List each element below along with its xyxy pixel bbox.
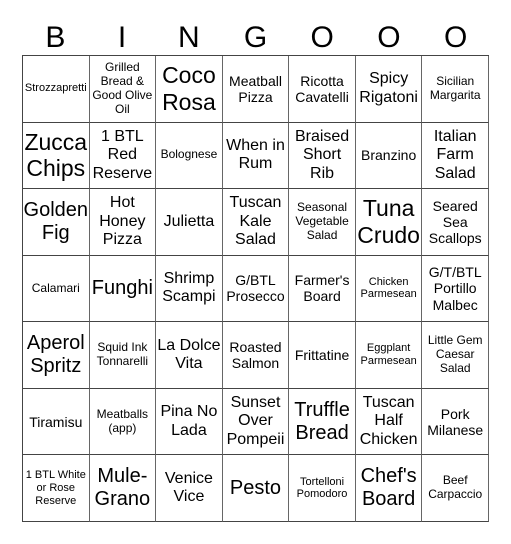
bingo-cell[interactable]: Golden Fig: [23, 189, 90, 256]
bingo-cell[interactable]: Chicken Parmesean: [355, 255, 423, 323]
bingo-cell[interactable]: Branzino: [355, 122, 423, 190]
header-letter: I: [117, 21, 127, 54]
bingo-cell[interactable]: Spicy Rigatoni: [355, 56, 423, 123]
bingo-cell[interactable]: Frittatine: [289, 322, 356, 389]
bingo-cell[interactable]: When in Rum: [222, 122, 290, 190]
bingo-cell[interactable]: Zucca Chips: [23, 122, 90, 190]
bingo-cell[interactable]: Tortelloni Pomodoro: [289, 455, 356, 522]
bingo-cell[interactable]: Squid Ink Tonnarelli: [89, 322, 157, 389]
bingo-cell[interactable]: Meatballs (app): [89, 388, 157, 456]
bingo-cell[interactable]: Pina No Lada: [156, 388, 223, 456]
bingo-cell[interactable]: Shrimp Scampi: [156, 255, 223, 323]
header-letter: N: [177, 21, 200, 54]
bingo-cell[interactable]: Tuscan Kale Salad: [222, 189, 290, 256]
bingo-cell[interactable]: Meatball Pizza: [222, 56, 290, 123]
bingo-cell[interactable]: Venice Vice: [156, 455, 223, 522]
bingo-cell[interactable]: G/T/BTL Portillo Malbec: [422, 255, 489, 323]
bingo-cell[interactable]: Aperol Spritz: [23, 322, 90, 389]
bingo-cell[interactable]: Hot Honey Pizza: [89, 189, 157, 256]
bingo-cell[interactable]: Julietta: [156, 189, 223, 256]
bingo-cell[interactable]: Beef Carpaccio: [422, 455, 489, 522]
header-letter: O: [310, 21, 334, 54]
header-letter: G: [243, 21, 268, 54]
bingo-board: Strozzapretti Grilled Bread & Good Olive…: [22, 55, 489, 522]
bingo-cell[interactable]: Pork Milanese: [422, 388, 489, 456]
bingo-cell[interactable]: Seasonal Vegetable Salad: [289, 189, 356, 256]
bingo-cell[interactable]: Truffle Bread: [289, 388, 356, 456]
header-letter: O: [443, 21, 468, 54]
bingo-cell[interactable]: Pesto: [222, 455, 290, 522]
bingo-cell[interactable]: 1 BTL Red Reserve: [89, 122, 157, 190]
bingo-cell[interactable]: Sunset Over Pompeii: [222, 388, 290, 456]
bingo-cell[interactable]: Tuscan Half Chicken: [355, 388, 423, 456]
header-letter: O: [377, 21, 401, 54]
bingo-cell[interactable]: Tuna Crudo: [355, 189, 423, 256]
bingo-cell[interactable]: Sicilian Margarita: [422, 56, 489, 123]
bingo-cell[interactable]: Eggplant Parmesean: [355, 322, 423, 389]
bingo-cell[interactable]: Strozzapretti: [23, 56, 90, 123]
bingo-cell[interactable]: Roasted Salmon: [222, 322, 290, 389]
bingo-cell[interactable]: Seared Sea Scallops: [422, 189, 489, 256]
bingo-cell[interactable]: Funghi: [89, 255, 157, 323]
bingo-cell[interactable]: Braised Short Rib: [289, 122, 356, 190]
bingo-cell[interactable]: Little Gem Caesar Salad: [422, 322, 489, 389]
bingo-cell[interactable]: Italian Farm Salad: [422, 122, 489, 190]
bingo-cell[interactable]: Mule-Grano: [89, 455, 157, 522]
bingo-header: B I N G O O O: [22, 18, 489, 58]
bingo-cell[interactable]: G/BTL Prosecco: [222, 255, 290, 323]
bingo-cell[interactable]: Tiramisu: [23, 388, 90, 456]
bingo-cell[interactable]: 1 BTL White or Rose Reserve: [23, 455, 90, 522]
bingo-cell[interactable]: Calamari: [23, 255, 90, 323]
bingo-cell[interactable]: Farmer's Board: [289, 255, 356, 323]
bingo-cell[interactable]: La Dolce Vita: [156, 322, 223, 389]
bingo-cell[interactable]: Grilled Bread & Good Olive Oil: [89, 56, 157, 123]
header-letter: B: [45, 21, 66, 54]
bingo-cell[interactable]: Ricotta Cavatelli: [289, 56, 356, 123]
bingo-cell[interactable]: Coco Rosa: [156, 56, 223, 123]
bingo-cell[interactable]: Bolognese: [156, 122, 223, 190]
bingo-cell[interactable]: Chef's Board: [355, 455, 423, 522]
